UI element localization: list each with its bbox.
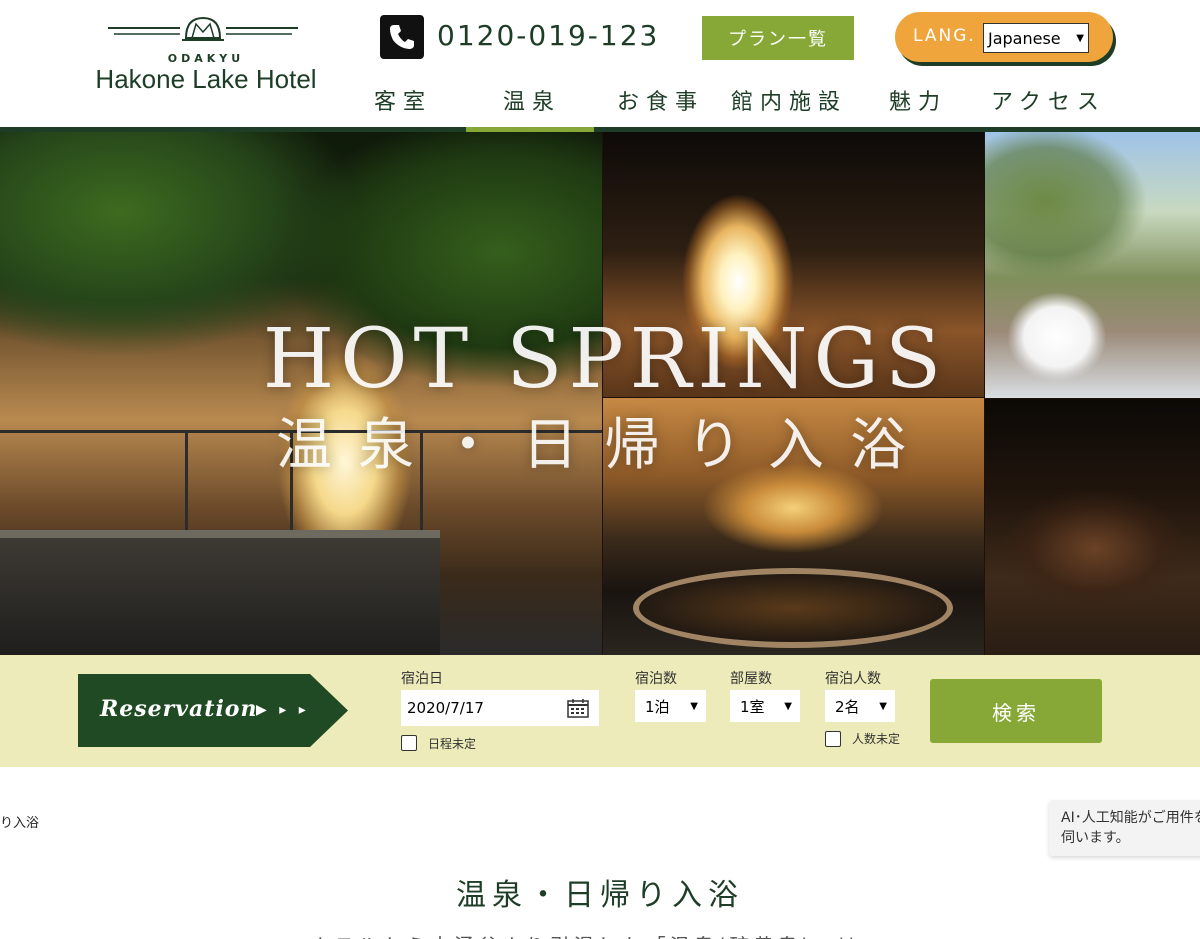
guests-undecided-checkbox[interactable] — [825, 731, 841, 747]
nav-item-dining[interactable]: お食事 — [617, 84, 704, 116]
chevron-down-icon: ▼ — [690, 700, 698, 712]
crown-emblem-icon — [108, 16, 298, 41]
site-header: ODAKYU Hakone Lake Hotel 0120-019-123 プラ… — [0, 0, 1200, 132]
language-select-value: Japanese — [988, 28, 1061, 48]
calendar-icon[interactable] — [567, 698, 589, 718]
hotel-logo[interactable]: ODAKYU Hakone Lake Hotel — [86, 14, 326, 104]
main-nav: 客室 温泉 お食事 館内施設 魅力 アクセス — [374, 84, 1134, 116]
reservation-badge[interactable]: Reservation ▶ ▸ ▸ — [78, 674, 348, 747]
ai-chat-widget[interactable]: AI･人工知能がご用件を伺います。 — [1049, 800, 1200, 856]
search-button[interactable]: 検索 — [930, 679, 1102, 743]
guests-label: 宿泊人数 — [825, 671, 881, 687]
nights-label: 宿泊数 — [635, 671, 677, 687]
intro-text: ホテルから大涌谷より引湯した「温泉(硫黄泉)」は — [310, 930, 870, 939]
reservation-bar: Reservation ▶ ▸ ▸ 宿泊日 2020/7/17 日程未定 宿泊数… — [0, 655, 1200, 767]
page-title: 温泉・日帰り入浴 — [456, 878, 744, 913]
chevron-down-icon: ▼ — [879, 700, 887, 712]
intro-text-line: ホテルから大涌谷より引湯した「温泉(硫黄泉)」は — [310, 930, 870, 939]
guests-select-value: 2名 — [835, 697, 860, 716]
nav-item-rooms[interactable]: 客室 — [374, 84, 432, 116]
hero-pool — [0, 530, 440, 655]
guests-undecided-label: 人数未定 — [852, 732, 901, 746]
nav-item-access[interactable]: アクセス — [991, 84, 1106, 116]
nav-item-hot-springs[interactable]: 温泉 — [503, 84, 561, 116]
checkin-date-input[interactable]: 2020/7/17 — [401, 690, 599, 726]
date-undecided-label: 日程未定 — [428, 737, 477, 751]
plan-list-button[interactable]: プラン一覧 — [702, 16, 854, 60]
hero-banner: HOT SPRINGS 温泉・日帰り入浴 — [0, 132, 1200, 655]
rooms-select-value: 1室 — [740, 697, 765, 716]
hero-title-japanese: 温泉・日帰り入浴 — [276, 413, 932, 478]
date-label: 宿泊日 — [401, 671, 443, 687]
language-switcher: LANG. Japanese ▼ — [895, 12, 1113, 62]
nights-select-value: 1泊 — [645, 697, 670, 716]
checkin-date-value: 2020/7/17 — [407, 699, 484, 717]
lang-label: LANG. — [913, 26, 976, 46]
reservation-label: Reservation — [100, 696, 258, 722]
nights-select[interactable]: 1泊 ▼ — [635, 690, 706, 722]
logo-hotel-name: Hakone Lake Hotel — [95, 64, 317, 94]
rooms-label: 部屋数 — [730, 671, 772, 687]
guests-select[interactable]: 2名 ▼ — [825, 690, 895, 722]
phone-icon[interactable] — [380, 15, 424, 59]
nav-item-facilities[interactable]: 館内施設 — [731, 84, 847, 116]
date-undecided-checkbox[interactable] — [401, 735, 417, 751]
chevron-down-icon: ▼ — [784, 700, 792, 712]
rooms-select[interactable]: 1室 ▼ — [730, 690, 800, 722]
breadcrumb[interactable]: り入浴 — [0, 812, 39, 831]
language-select[interactable]: Japanese ▼ — [983, 23, 1089, 53]
hero-title-english: HOT SPRINGS — [262, 312, 948, 407]
nav-item-appeal[interactable]: 魅力 — [889, 84, 947, 116]
phone-number-link[interactable]: 0120-019-123 — [437, 19, 659, 52]
arrow-right-icon: ▶ ▸ ▸ — [256, 702, 310, 718]
chevron-down-icon: ▼ — [1076, 32, 1084, 44]
